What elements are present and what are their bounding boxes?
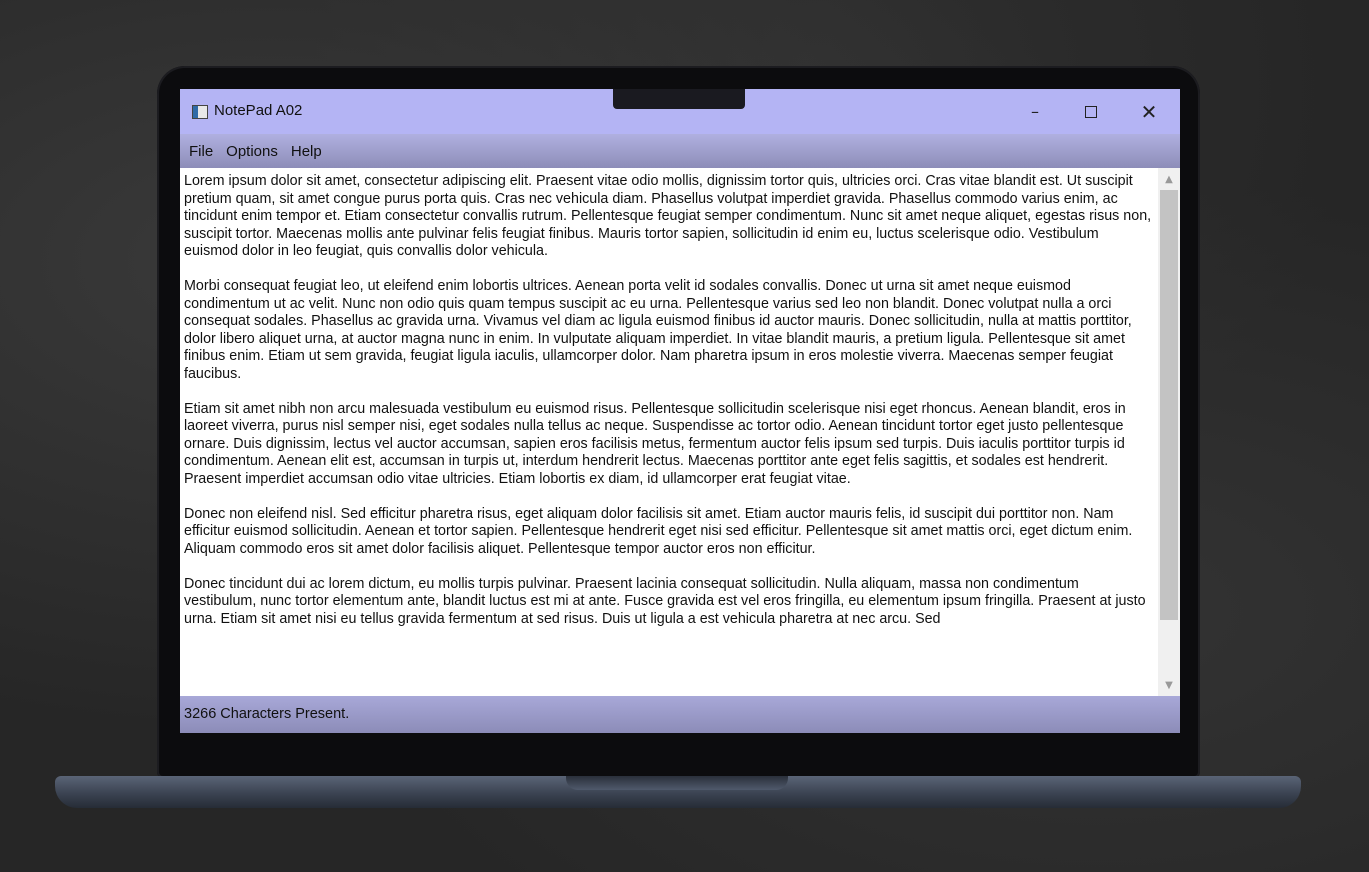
scroll-down-button[interactable]: ▼ xyxy=(1158,674,1180,696)
character-count: 3266 Characters Present. xyxy=(184,706,350,722)
chevron-up-icon: ▲ xyxy=(1165,173,1173,185)
text-editor[interactable]: Lorem ipsum dolor sit amet, consectetur … xyxy=(180,168,1158,696)
minimize-button[interactable]: – xyxy=(1006,89,1064,134)
close-icon: ✕ xyxy=(1140,99,1158,124)
menu-help[interactable]: Help xyxy=(291,143,322,160)
text-paragraph: Etiam sit amet nibh non arcu malesuada v… xyxy=(184,400,1126,487)
text-paragraph: Donec non eleifend nisl. Sed efficitur p… xyxy=(184,505,1133,557)
notepad-window: NotePad A02 – ✕ File Options Help Lorem … xyxy=(180,89,1180,733)
text-paragraph: Donec tincidunt dui ac lorem dictum, eu … xyxy=(184,575,1146,627)
minimize-icon: – xyxy=(1031,102,1039,121)
app-icon xyxy=(192,105,208,119)
window-title: NotePad A02 xyxy=(214,102,303,119)
scroll-up-button[interactable]: ▲ xyxy=(1158,168,1180,190)
maximize-button[interactable] xyxy=(1062,89,1120,134)
menu-options[interactable]: Options xyxy=(226,143,278,160)
menu-bar: File Options Help xyxy=(180,134,1180,168)
text-paragraph: Lorem ipsum dolor sit amet, consectetur … xyxy=(184,173,1152,259)
vertical-scrollbar[interactable]: ▲ ▼ xyxy=(1158,168,1180,696)
maximize-icon xyxy=(1085,105,1097,118)
scroll-thumb[interactable] xyxy=(1160,190,1178,620)
laptop-hinge-groove xyxy=(566,776,788,790)
menu-file[interactable]: File xyxy=(189,143,213,160)
close-button[interactable]: ✕ xyxy=(1120,89,1178,134)
text-paragraph: Morbi consequat feugiat leo, ut eleifend… xyxy=(184,278,1132,382)
status-bar: 3266 Characters Present. xyxy=(180,696,1180,733)
camera-notch xyxy=(613,89,745,109)
chevron-down-icon: ▼ xyxy=(1165,679,1173,691)
